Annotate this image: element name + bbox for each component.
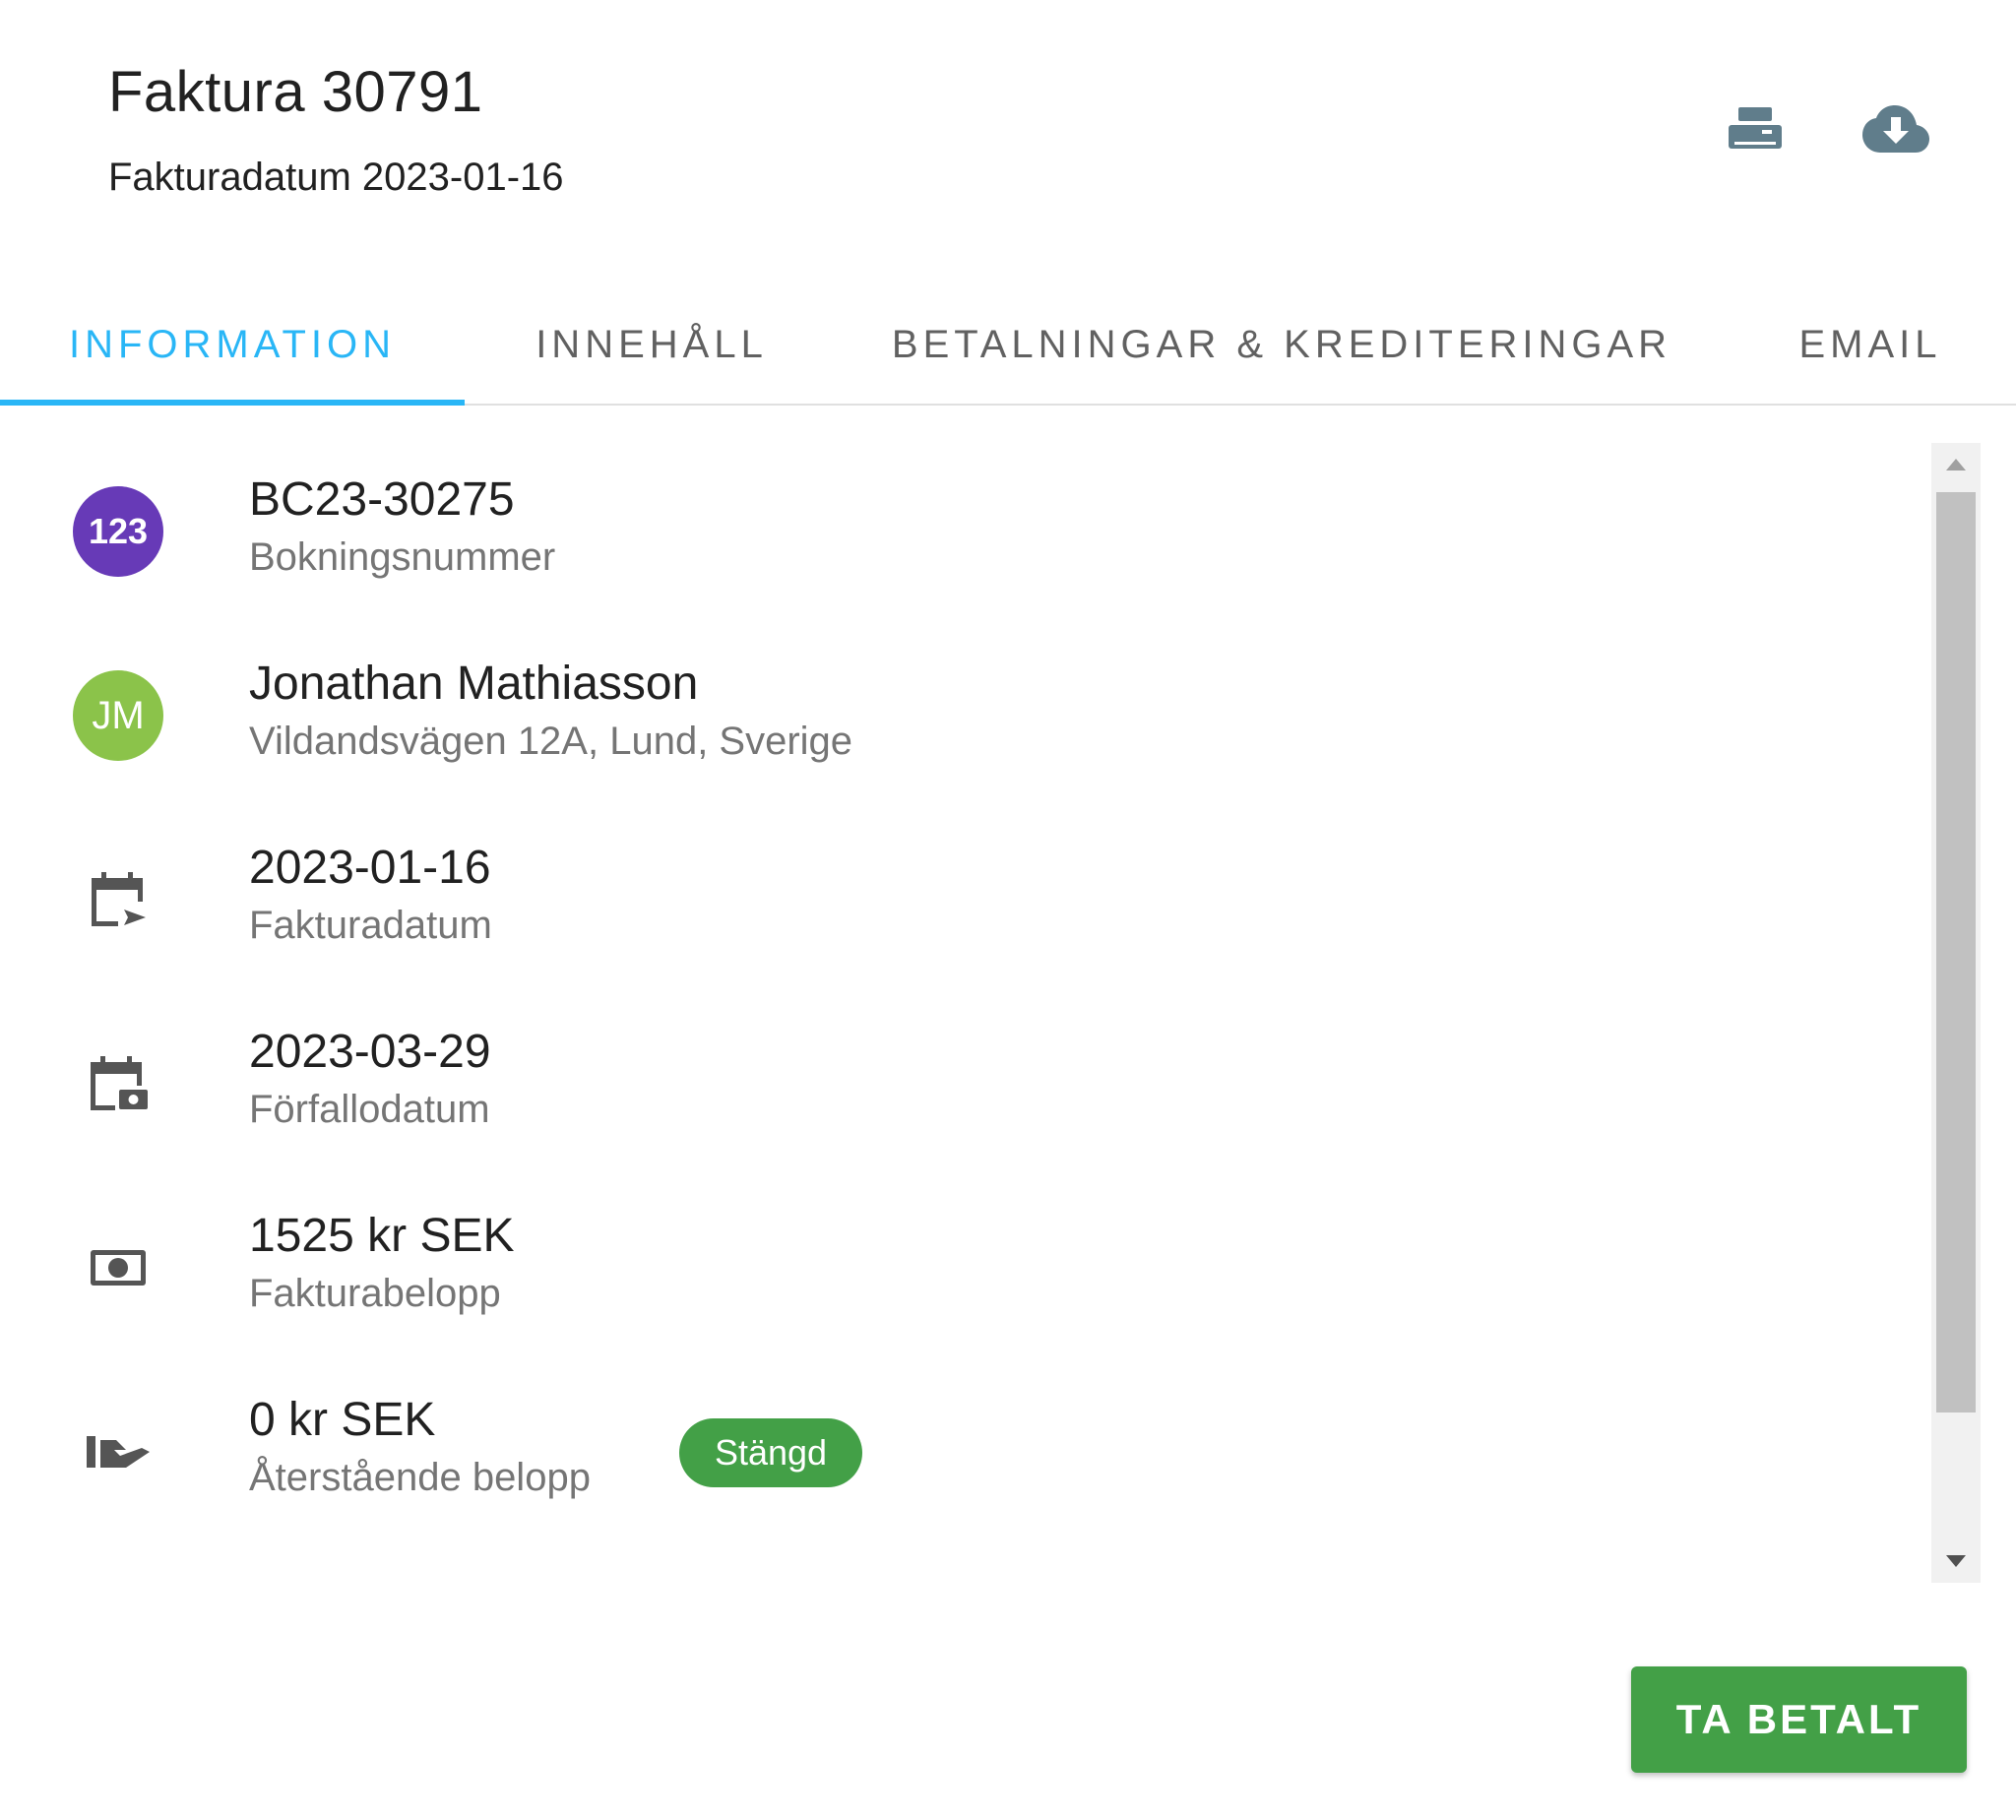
print-button[interactable] [1716, 91, 1795, 169]
scroll-down-button[interactable] [1931, 1539, 1981, 1583]
due-date-label: Förfallodatum [249, 1088, 490, 1131]
status-badge: Stängd [679, 1418, 862, 1487]
customer-name: Jonathan Mathiasson [249, 658, 699, 710]
booking-number-label: Bokningsnummer [249, 535, 556, 579]
list-item-customer: JM Jonathan Mathiasson Vildandsvägen 12A… [0, 627, 1920, 784]
list-item-booking-number: 123 BC23-30275 Bokningsnummer [0, 443, 1920, 600]
list-item-due-date: 2023-03-29 Förfallodatum [0, 995, 1920, 1153]
tab-email[interactable]: EMAIL [1725, 285, 2016, 404]
invoice-amount-value: 1525 kr SEK [249, 1210, 515, 1262]
info-list: 123 BC23-30275 Bokningsnummer JM Jonatha… [0, 443, 1920, 1585]
remaining-amount-value: 0 kr SEK [249, 1394, 436, 1446]
customer-avatar: JM [73, 670, 163, 761]
tab-information[interactable]: INFORMATION [0, 285, 465, 404]
booking-number-value: BC23-30275 [249, 473, 515, 526]
list-item-remaining-amount: 0 kr SEK Återstående belopp Stängd [0, 1363, 1920, 1521]
scroll-up-button[interactable] [1931, 443, 1981, 486]
active-tab-indicator [0, 400, 465, 406]
list-item-invoice-date: 2023-01-16 Fakturadatum [0, 811, 1920, 969]
take-payment-button[interactable]: TA BETALT [1631, 1666, 1967, 1773]
list-item-invoice-amount: 1525 kr SEK Fakturabelopp [0, 1179, 1920, 1337]
triangle-down-icon [1946, 1555, 1966, 1567]
customer-address: Vildandsvägen 12A, Lund, Sverige [249, 720, 853, 763]
invoice-title: Faktura 30791 [108, 60, 483, 124]
cloud-download-icon [1862, 105, 1929, 153]
invoice-date-label: Fakturadatum [249, 904, 492, 947]
due-date-value: 2023-03-29 [249, 1026, 491, 1078]
scroll-thumb[interactable] [1936, 492, 1976, 1412]
calendar-money-icon [91, 1056, 148, 1110]
list-scrollbar[interactable] [1931, 443, 1981, 1583]
dialog-header: Faktura 30791 Fakturadatum 2023-01-16 [0, 0, 2016, 256]
invoice-amount-label: Fakturabelopp [249, 1272, 501, 1315]
tab-betalningar-krediteringar[interactable]: BETALNINGAR & KREDITERINGAR [839, 285, 1725, 404]
tab-innehall[interactable]: INNEHÅLL [465, 285, 839, 404]
tab-bar: INFORMATION INNEHÅLL BETALNINGAR & KREDI… [0, 285, 2016, 406]
cash-icon [91, 1250, 146, 1286]
hand-money-icon [87, 1436, 150, 1468]
calendar-send-icon [92, 872, 146, 926]
numbers-avatar-icon: 123 [73, 486, 163, 577]
download-button[interactable] [1857, 91, 1935, 169]
remaining-amount-label: Återstående belopp [249, 1456, 591, 1499]
invoice-dialog: Faktura 30791 Fakturadatum 2023-01-16 IN… [0, 0, 2016, 1820]
triangle-up-icon [1946, 459, 1966, 471]
printer-icon [1729, 107, 1782, 149]
invoice-date-subtitle: Fakturadatum 2023-01-16 [108, 156, 564, 199]
invoice-date-value: 2023-01-16 [249, 842, 491, 894]
